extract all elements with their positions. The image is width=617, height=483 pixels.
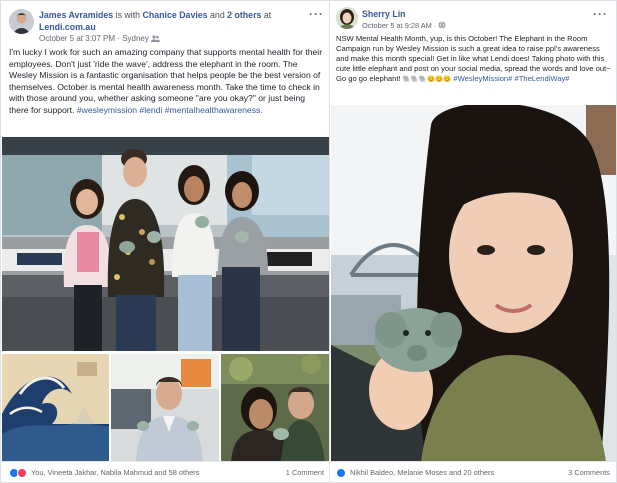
post-header-line: Sherry Lin (362, 9, 406, 19)
reactions-summary[interactable]: You, Vineeta Jakhar, Nabila Mahmud and 5… (31, 468, 199, 477)
photo-great-wave-painting[interactable] (2, 354, 109, 462)
globe-privacy-icon (438, 21, 446, 31)
more-options-button[interactable]: ··· (593, 7, 608, 21)
hashtag-wesleymission[interactable]: #wesleymission (77, 105, 137, 115)
meta-separator: · (117, 34, 120, 43)
place-link[interactable]: Lendi.com.au (39, 22, 96, 32)
photo-man-with-elephant[interactable] (111, 354, 219, 462)
post-header-line: James Avramides is with Chanice Davies a… (39, 9, 299, 33)
photo-group-elephants[interactable] (2, 137, 332, 351)
post-card-sherry: Sherry Lin October 5 at 9:28 AM · ··· NS… (329, 0, 617, 483)
post-header: Sherry Lin October 5 at 9:28 AM · ··· (330, 1, 616, 31)
at-text: at (263, 10, 272, 20)
like-reaction-icon (336, 468, 346, 478)
post-footer: Nikhil Baldeo, Melanie Moses and 20 othe… (330, 461, 616, 482)
location-text[interactable]: Sydney (122, 34, 149, 43)
photo-selfie-with-elephant[interactable] (331, 105, 616, 462)
love-reaction-icon (17, 468, 27, 478)
post-text: NSW Mental Health Month, yup, is this Oc… (336, 34, 614, 85)
and-text: and (210, 10, 225, 20)
post-card-james: James Avramides is with Chanice Davies a… (0, 0, 333, 483)
post-header: James Avramides is with Chanice Davies a… (1, 1, 332, 47)
hashtag-lendi[interactable]: #lendi (139, 105, 162, 115)
emoji-line: 🐘🐘🐘😊😊😊 (402, 76, 452, 83)
comments-count[interactable]: 1 Comment (286, 468, 324, 477)
post-text: I'm lucky I work for such an amazing com… (9, 47, 325, 117)
reactions-summary[interactable]: Nikhil Baldeo, Melanie Moses and 20 othe… (350, 468, 494, 477)
author-avatar[interactable] (336, 7, 358, 29)
hashtag-thelendiway[interactable]: #TheLendiWay# (515, 74, 570, 83)
comments-count[interactable]: 3 Comments (568, 468, 610, 477)
hashtag-mentalhealth[interactable]: #mentalhealthawareness. (165, 105, 263, 115)
meta-separator: · (433, 21, 437, 30)
post-footer: You, Vineeta Jakhar, Nabila Mahmud and 5… (1, 461, 332, 482)
author-avatar[interactable] (9, 9, 34, 34)
author-name[interactable]: Sherry Lin (362, 9, 406, 19)
tagged-others[interactable]: 2 others (227, 10, 261, 20)
hashtag-wesleymission[interactable]: #WesleyMission# (453, 74, 512, 83)
post-meta: October 5 at 9:28 AM · (362, 21, 446, 31)
with-text: is with (115, 10, 141, 20)
more-options-button[interactable]: ··· (309, 7, 324, 21)
tagged-person[interactable]: Chanice Davies (143, 10, 208, 20)
friends-privacy-icon (151, 35, 161, 44)
timestamp-link[interactable]: October 5 at 9:28 AM (362, 21, 432, 30)
post-meta: October 5 at 3:07 PM · Sydney (39, 34, 161, 44)
timestamp-link[interactable]: October 5 at 3:07 PM (39, 34, 115, 43)
photo-selfie-couple[interactable] (221, 354, 332, 462)
author-name[interactable]: James Avramides (39, 10, 113, 20)
